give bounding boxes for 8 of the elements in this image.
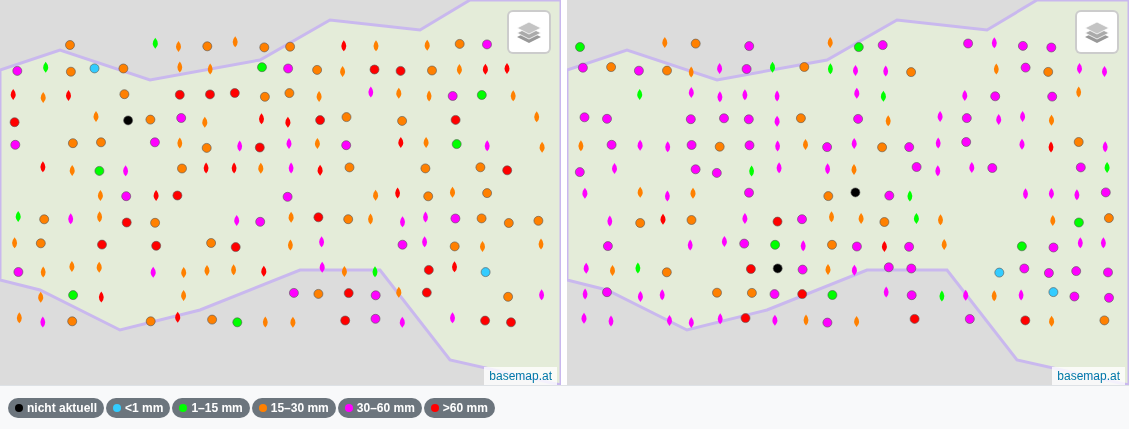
legend-label: 15–30 mm	[270, 399, 329, 417]
attribution-link[interactable]: basemap.at	[1052, 367, 1125, 385]
legend-label: 1–15 mm	[191, 399, 243, 417]
legend-label: <1 mm	[125, 399, 164, 417]
legend-label: >60 mm	[442, 399, 488, 417]
legend-label: 30–60 mm	[356, 399, 415, 417]
legend-label: nicht aktuell	[27, 399, 97, 417]
attribution-link[interactable]: basemap.at	[484, 367, 557, 385]
